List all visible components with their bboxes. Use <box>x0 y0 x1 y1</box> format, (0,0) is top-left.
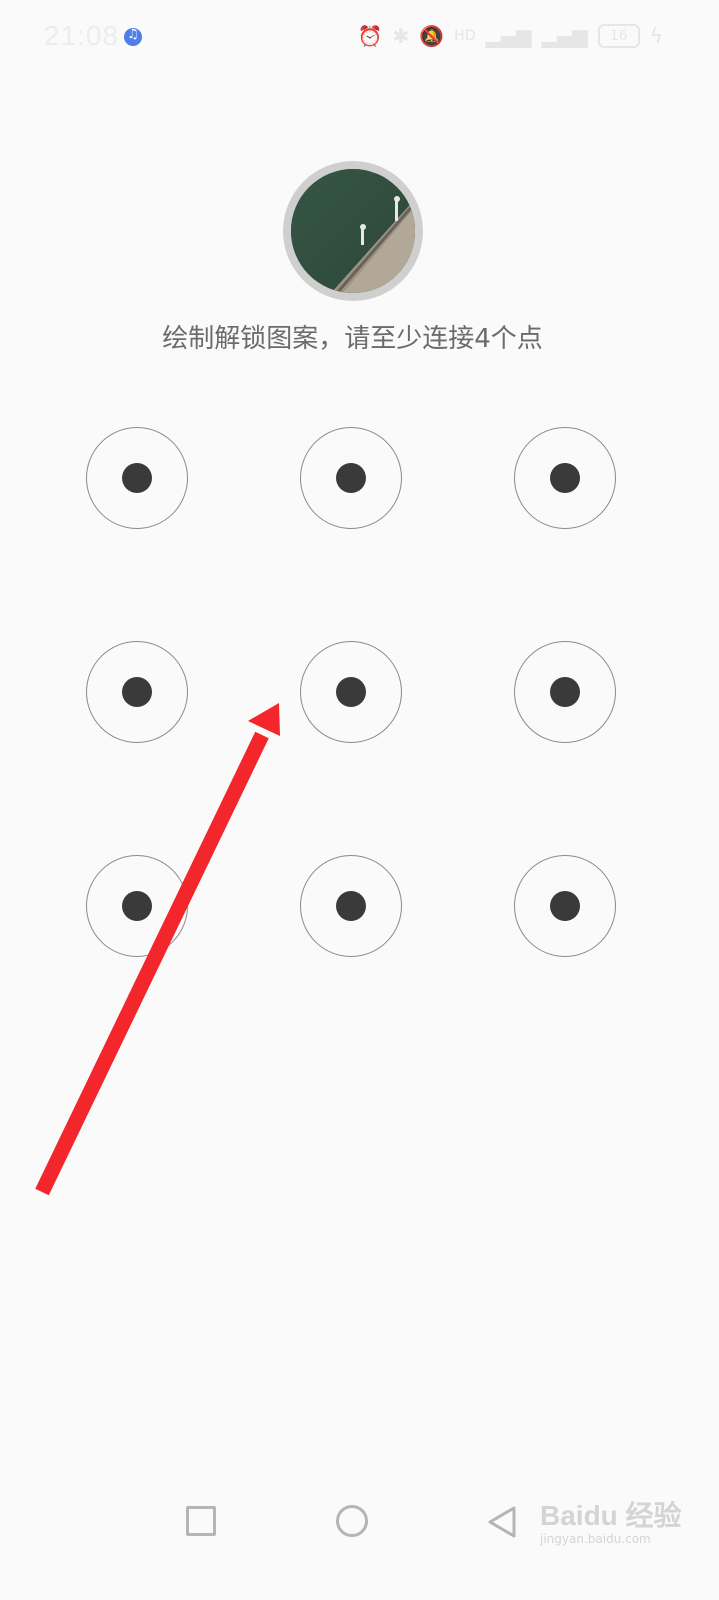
pattern-dot <box>122 463 152 493</box>
battery-icon: 16 <box>597 24 640 48</box>
charging-icon: ϟ <box>649 24 663 48</box>
pattern-dot <box>550 463 580 493</box>
pattern-node-6[interactable] <box>514 641 616 743</box>
pattern-node-5[interactable] <box>300 641 402 743</box>
avatar <box>291 169 415 293</box>
status-icons: ⏰ ✱ 🔕 HD ▂▄▆ ▂▄▆ 16 ϟ <box>358 24 663 48</box>
back-button[interactable] <box>486 1504 522 1540</box>
pattern-dot <box>336 677 366 707</box>
pattern-node-8[interactable] <box>300 855 402 957</box>
signal-icon: ▂▄▆ <box>485 24 532 48</box>
pattern-node-7[interactable] <box>86 855 188 957</box>
mute-icon: 🔕 <box>419 24 445 48</box>
unlock-prompt: 绘制解锁图案，请至少连接4个点 <box>162 324 543 354</box>
pattern-node-4[interactable] <box>86 641 188 743</box>
status-bar: 21:08 ⏰ ✱ 🔕 HD ▂▄▆ ▂▄▆ 16 ϟ <box>0 0 719 72</box>
signal-icon: ▂▄▆ <box>541 24 588 48</box>
pattern-dot <box>336 891 366 921</box>
watermark-url: jingyan.baidu.com <box>540 1532 651 1546</box>
status-time: 21:08 <box>44 20 120 51</box>
pattern-node-1[interactable] <box>86 427 188 529</box>
pattern-dot <box>336 463 366 493</box>
pattern-dot <box>122 891 152 921</box>
pattern-dot <box>550 891 580 921</box>
pattern-node-9[interactable] <box>514 855 616 957</box>
pattern-dot <box>550 677 580 707</box>
pattern-node-2[interactable] <box>300 427 402 529</box>
hd-icon: HD <box>454 28 476 44</box>
watermark: Baidu 经验 jingyan.baidu.com <box>540 1494 710 1554</box>
pattern-dot <box>122 677 152 707</box>
home-button[interactable] <box>336 1505 368 1537</box>
alarm-icon: ⏰ <box>357 24 383 48</box>
avatar-ring <box>283 161 423 301</box>
recent-apps-button[interactable] <box>186 1506 216 1536</box>
bluetooth-icon: ✱ <box>392 24 410 48</box>
pattern-node-3[interactable] <box>514 427 616 529</box>
watermark-brand: Baidu 经验 <box>540 1500 682 1531</box>
music-icon <box>124 27 142 46</box>
